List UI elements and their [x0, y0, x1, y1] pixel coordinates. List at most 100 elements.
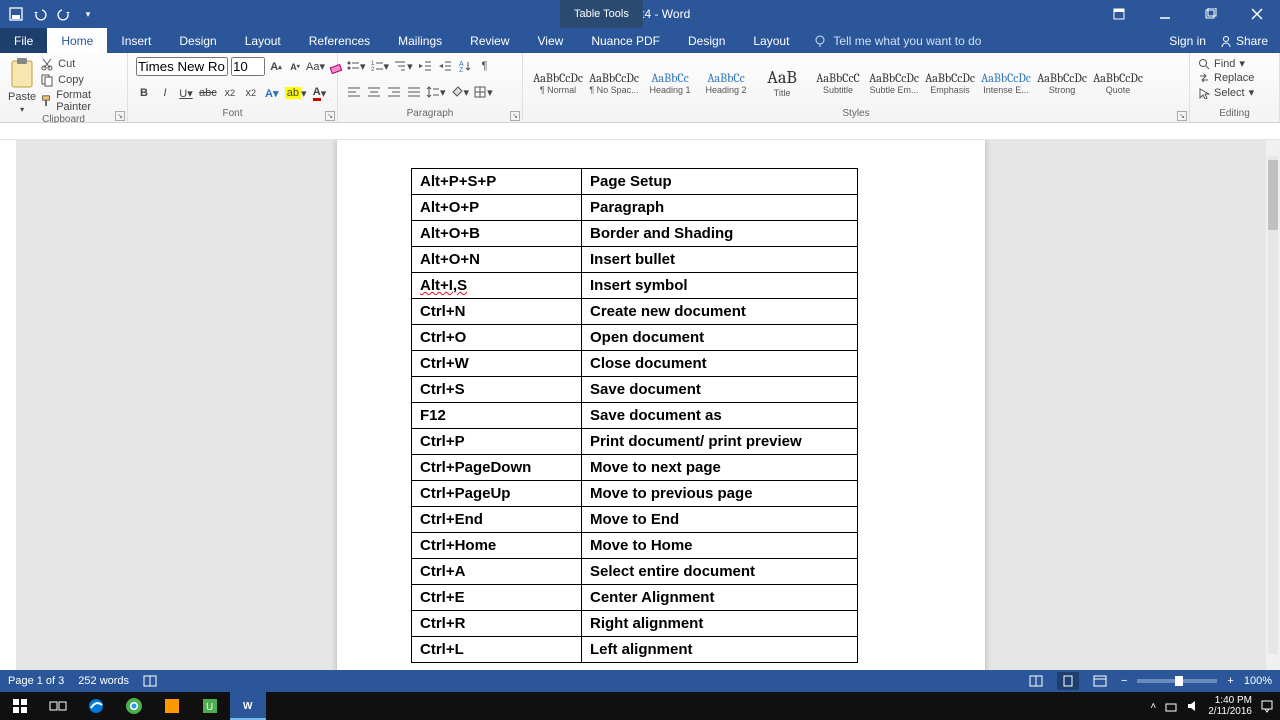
description-cell[interactable]: Move to next page — [582, 455, 858, 481]
close-icon[interactable] — [1234, 0, 1280, 28]
style--normal[interactable]: AaBbCcDc¶ Normal — [531, 57, 585, 108]
taskbar-app-1[interactable] — [154, 692, 190, 720]
borders-button[interactable]: ▾ — [473, 83, 493, 101]
shortcut-cell[interactable]: Ctrl+R — [412, 611, 582, 637]
table-row[interactable]: Ctrl+ECenter Alignment — [412, 585, 858, 611]
description-cell[interactable]: Center Alignment — [582, 585, 858, 611]
description-cell[interactable]: Move to End — [582, 507, 858, 533]
table-row[interactable]: Alt+O+PParagraph — [412, 195, 858, 221]
table-row[interactable]: Alt+P+S+PPage Setup — [412, 169, 858, 195]
page-number-status[interactable]: Page 1 of 3 — [8, 675, 64, 687]
style-subtle-em-[interactable]: AaBbCcDcSubtle Em... — [867, 57, 921, 108]
shortcut-cell[interactable]: Ctrl+S — [412, 377, 582, 403]
tab-table-layout[interactable]: Layout — [739, 28, 803, 53]
style-quote[interactable]: AaBbCcDcQuote — [1091, 57, 1145, 108]
table-row[interactable]: Ctrl+ASelect entire document — [412, 559, 858, 585]
table-row[interactable]: Ctrl+OOpen document — [412, 325, 858, 351]
style-subtitle[interactable]: AaBbCcCSubtitle — [811, 57, 865, 108]
style-title[interactable]: AaBTitle — [755, 57, 809, 108]
copy-button[interactable]: Copy — [40, 73, 119, 87]
numbering-button[interactable]: 12▾ — [370, 57, 390, 75]
shortcut-cell[interactable]: Ctrl+W — [412, 351, 582, 377]
style-heading-1[interactable]: AaBbCcHeading 1 — [643, 57, 697, 108]
italic-button[interactable]: I — [157, 84, 173, 102]
tell-me-search[interactable]: Tell me what you want to do — [803, 28, 981, 53]
zoom-slider[interactable] — [1137, 679, 1217, 683]
increase-indent-button[interactable] — [437, 57, 453, 75]
bold-button[interactable]: B — [136, 84, 152, 102]
notifications-button[interactable] — [1260, 699, 1274, 713]
word-count-status[interactable]: 252 words — [78, 675, 129, 687]
description-cell[interactable]: Left alignment — [582, 637, 858, 663]
justify-button[interactable] — [406, 83, 422, 101]
shortcut-cell[interactable]: Ctrl+A — [412, 559, 582, 585]
description-cell[interactable]: Close document — [582, 351, 858, 377]
description-cell[interactable]: Paragraph — [582, 195, 858, 221]
description-cell[interactable]: Move to Home — [582, 533, 858, 559]
subscript-button[interactable]: x2 — [222, 84, 238, 102]
table-row[interactable]: Ctrl+EndMove to End — [412, 507, 858, 533]
table-row[interactable]: Ctrl+PPrint document/ print preview — [412, 429, 858, 455]
grow-font-button[interactable]: A▴ — [268, 58, 284, 76]
table-row[interactable]: Ctrl+RRight alignment — [412, 611, 858, 637]
system-clock[interactable]: 1:40 PM 2/11/2016 — [1208, 695, 1252, 717]
tab-file[interactable]: File — [0, 28, 47, 53]
font-size-input[interactable] — [231, 57, 265, 76]
document-area[interactable]: Alt+P+S+PPage SetupAlt+O+PParagraphAlt+O… — [17, 140, 1266, 692]
description-cell[interactable]: Open document — [582, 325, 858, 351]
multilevel-list-button[interactable]: ▾ — [393, 57, 413, 75]
description-cell[interactable]: Save document as — [582, 403, 858, 429]
decrease-indent-button[interactable] — [417, 57, 433, 75]
font-dialog-launcher[interactable]: ↘ — [325, 111, 335, 121]
ribbon-display-options-icon[interactable] — [1096, 0, 1142, 28]
shortcut-cell[interactable]: Ctrl+End — [412, 507, 582, 533]
shortcut-cell[interactable]: F12 — [412, 403, 582, 429]
tab-layout[interactable]: Layout — [231, 28, 295, 53]
table-row[interactable]: Ctrl+SSave document — [412, 377, 858, 403]
taskbar-edge[interactable] — [78, 692, 114, 720]
undo-icon[interactable] — [32, 6, 48, 22]
zoom-level[interactable]: 100% — [1244, 675, 1272, 687]
table-row[interactable]: Ctrl+HomeMove to Home — [412, 533, 858, 559]
tab-home[interactable]: Home — [47, 28, 107, 53]
tab-insert[interactable]: Insert — [107, 28, 165, 53]
minimize-icon[interactable] — [1142, 0, 1188, 28]
shortcut-cell[interactable]: Ctrl+L — [412, 637, 582, 663]
tab-design[interactable]: Design — [165, 28, 230, 53]
shrink-font-button[interactable]: A▾ — [287, 58, 303, 76]
style-heading-2[interactable]: AaBbCcHeading 2 — [699, 57, 753, 108]
shortcut-cell[interactable]: Ctrl+PageDown — [412, 455, 582, 481]
shortcut-cell[interactable]: Ctrl+PageUp — [412, 481, 582, 507]
cut-button[interactable]: Cut — [40, 57, 119, 71]
select-button[interactable]: Select▾ — [1198, 86, 1254, 99]
share-button[interactable]: Share — [1220, 34, 1268, 48]
shortcut-cell[interactable]: Alt+P+S+P — [412, 169, 582, 195]
table-row[interactable]: F12Save document as — [412, 403, 858, 429]
description-cell[interactable]: Print document/ print preview — [582, 429, 858, 455]
align-center-button[interactable] — [366, 83, 382, 101]
tab-review[interactable]: Review — [456, 28, 523, 53]
tray-network-icon[interactable] — [1164, 699, 1178, 713]
table-row[interactable]: Alt+O+BBorder and Shading — [412, 221, 858, 247]
line-spacing-button[interactable]: ▾ — [426, 83, 446, 101]
shortcut-cell[interactable]: Alt+O+B — [412, 221, 582, 247]
sign-in-link[interactable]: Sign in — [1169, 34, 1206, 48]
superscript-button[interactable]: x2 — [243, 84, 259, 102]
tray-up-icon[interactable]: ˄ — [1150, 701, 1156, 712]
style-strong[interactable]: AaBbCcDcStrong — [1035, 57, 1089, 108]
sort-button[interactable]: AZ — [457, 57, 473, 75]
strikethrough-button[interactable]: abc — [199, 84, 217, 102]
shortcut-cell[interactable]: Ctrl+Home — [412, 533, 582, 559]
description-cell[interactable]: Create new document — [582, 299, 858, 325]
style-intense-e-[interactable]: AaBbCcDcIntense E... — [979, 57, 1033, 108]
zoom-in-button[interactable]: + — [1227, 675, 1233, 687]
table-row[interactable]: Alt+O+NInsert bullet — [412, 247, 858, 273]
highlight-button[interactable]: ab▾ — [285, 84, 307, 102]
shortcut-cell[interactable]: Alt+O+N — [412, 247, 582, 273]
style--no-spac-[interactable]: AaBbCcDc¶ No Spac... — [587, 57, 641, 108]
task-view-button[interactable] — [40, 692, 76, 720]
shortcut-cell[interactable]: Ctrl+O — [412, 325, 582, 351]
spell-check-status[interactable] — [143, 674, 157, 688]
table-row[interactable]: Alt+I,SInsert symbol — [412, 273, 858, 299]
description-cell[interactable]: Move to previous page — [582, 481, 858, 507]
